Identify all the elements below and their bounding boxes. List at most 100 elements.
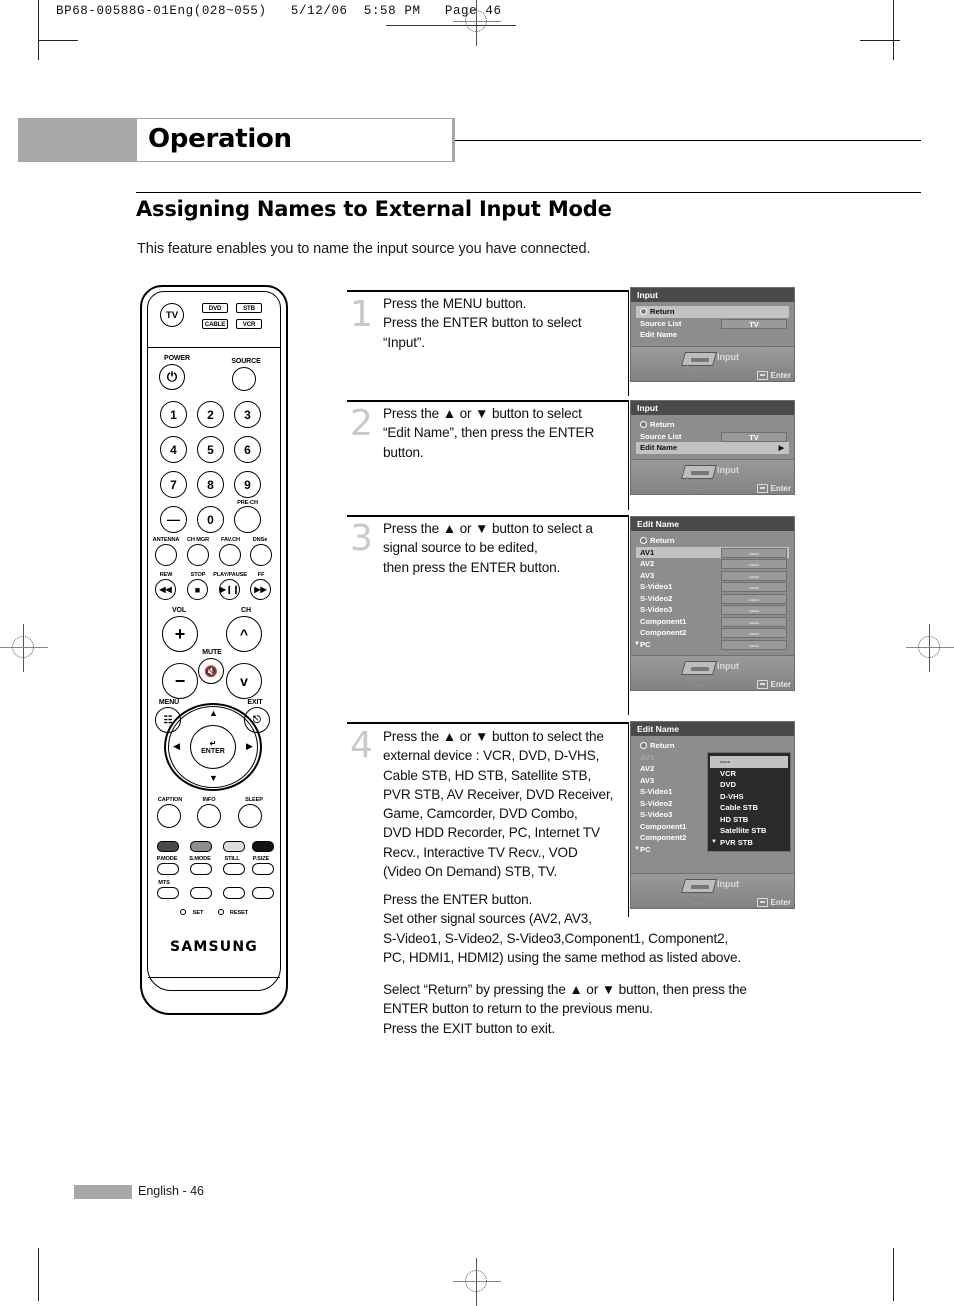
remote-playpause-button: ▶❙❙ bbox=[219, 579, 240, 600]
dropdown-item-label: PVR STB bbox=[720, 837, 753, 847]
dropdown-item-satellite-stb[interactable]: Satellite STB bbox=[710, 825, 788, 837]
remote-num-6: 6 bbox=[234, 436, 261, 463]
osd-row-av2[interactable]: AV2 ---- bbox=[636, 558, 789, 570]
remote-power-button: ⏻ bbox=[159, 364, 185, 390]
osd-row-edit-name[interactable]: Edit Name bbox=[636, 329, 789, 341]
device-name-dropdown[interactable]: ---- VCR DVD D-VHS Cable STB HD STB Sate… bbox=[707, 752, 791, 852]
remote-num-7-label: 7 bbox=[170, 477, 177, 492]
osd-row-label: AV1 bbox=[640, 547, 655, 557]
remote-rew-button: ◀◀ bbox=[155, 579, 176, 600]
dropdown-item-cable-stb[interactable]: Cable STB bbox=[710, 802, 788, 814]
osd-row-av1[interactable]: AV1 ---- bbox=[636, 546, 789, 558]
osd-row-value: ---- bbox=[721, 582, 787, 592]
osd-row-value: ---- bbox=[721, 639, 787, 650]
remote-color-button-green bbox=[190, 841, 212, 852]
registration-mark-right bbox=[906, 624, 954, 672]
crop-line-left-bottom bbox=[38, 1248, 39, 1301]
remote-stop-label: STOP bbox=[190, 572, 206, 578]
step-number-4: 4 bbox=[350, 725, 373, 766]
dropdown-item-label: DVD bbox=[720, 780, 737, 790]
osd-row-source-list[interactable]: Source List TV bbox=[636, 318, 789, 330]
remote-cable-label: CABLE bbox=[204, 320, 226, 328]
osd-row-svideo2[interactable]: S-Video2 ---- bbox=[636, 593, 789, 605]
step-column-rule-4 bbox=[628, 722, 629, 917]
remote-cable-button: CABLE bbox=[202, 319, 228, 329]
remote-num-3: 3 bbox=[234, 401, 261, 428]
remote-num-8-label: 8 bbox=[207, 477, 214, 492]
osd-row-return[interactable]: Return bbox=[636, 306, 789, 318]
remote-color-button-yellow bbox=[223, 841, 245, 852]
osd-footer-enter: Enter bbox=[756, 680, 791, 689]
remote-dnse-label: DNSe bbox=[252, 537, 268, 543]
step-divider-2 bbox=[347, 400, 628, 402]
remote-caption-button bbox=[157, 804, 181, 828]
osd-row-value: TV bbox=[721, 431, 787, 442]
osd-row-pc[interactable]: ▼ PC ---- bbox=[634, 639, 789, 651]
osd-row-label: Edit Name bbox=[640, 330, 678, 340]
osd-panel-input-step1: Input Return Source List TV Edit Name In… bbox=[630, 287, 795, 382]
osd-row-label: S-Video3 bbox=[640, 605, 673, 615]
remote-set-label: SET bbox=[192, 910, 204, 916]
chevron-down-icon: ▼ bbox=[634, 641, 640, 648]
page-title: Assigning Names to External Input Mode bbox=[136, 197, 612, 221]
osd-row-svideo1[interactable]: S-Video1 ---- bbox=[636, 581, 789, 593]
osd-row-return[interactable]: Return bbox=[636, 535, 789, 547]
input-device-cord-icon bbox=[687, 891, 702, 904]
step-number-1: 1 bbox=[350, 294, 373, 335]
osd-footer: Input Enter bbox=[631, 873, 794, 908]
dropdown-item-dvd[interactable]: DVD bbox=[710, 779, 788, 791]
print-header-text: BP68-00588G-01Eng(028~055) 5/12/06 5:58 … bbox=[56, 4, 502, 18]
remote-reset-button bbox=[218, 909, 224, 915]
dropdown-item-label: ---- bbox=[720, 757, 731, 767]
osd-row-return[interactable]: Return bbox=[636, 740, 789, 752]
remote-caption-label: CAPTION bbox=[157, 797, 183, 803]
osd-title: Input bbox=[631, 288, 794, 302]
osd-row-edit-name[interactable]: Edit Name ▶ bbox=[636, 442, 789, 454]
osd-row-component2[interactable]: Component2 ---- bbox=[636, 627, 789, 639]
remote-dash-button: — bbox=[160, 506, 187, 533]
osd-row-label: Source List bbox=[640, 318, 682, 328]
osd-row-av3[interactable]: AV3 ---- bbox=[636, 570, 789, 582]
remote-tv-button: TV bbox=[160, 303, 184, 327]
osd-row-label: PC bbox=[640, 844, 651, 854]
remote-source-label: SOURCE bbox=[231, 358, 261, 365]
remote-extra-button-3 bbox=[223, 887, 245, 899]
osd-footer-enter-label: Enter bbox=[770, 680, 791, 689]
dropdown-item-hd-stb[interactable]: HD STB bbox=[710, 814, 788, 826]
osd-row-return[interactable]: Return bbox=[636, 419, 789, 431]
remote-dvd-button: DVD bbox=[202, 303, 228, 313]
remote-dnse-button bbox=[250, 544, 272, 566]
remote-extra-button-4 bbox=[252, 887, 274, 899]
remote-nav-down-arrow-icon: ▼ bbox=[209, 773, 218, 783]
dropdown-item-blank[interactable]: ---- bbox=[710, 756, 788, 768]
osd-footer-enter: Enter bbox=[756, 370, 791, 380]
step-text-3: Press the ▲ or ▼ button to select a sign… bbox=[383, 521, 593, 575]
step-text-2: Press the ▲ or ▼ button to select “Edit … bbox=[383, 406, 595, 460]
remote-power-label: POWER bbox=[164, 355, 190, 362]
chevron-right-icon: ▶ bbox=[778, 444, 784, 452]
reg-circle bbox=[12, 636, 34, 658]
input-device-cord-icon bbox=[687, 363, 702, 377]
step-4-extra-paragraph-2: Select “Return” by pressing the ▲ or ▼ b… bbox=[383, 982, 747, 1036]
dropdown-item-vcr[interactable]: VCR bbox=[710, 768, 788, 780]
osd-row-svideo3[interactable]: S-Video3 ---- bbox=[636, 604, 789, 616]
osd-row-label: Source List bbox=[640, 431, 682, 441]
remote-mts-label: MTS bbox=[158, 880, 170, 886]
remote-num-6-label: 6 bbox=[244, 442, 251, 457]
step-column-rule-2 bbox=[628, 400, 629, 510]
remote-mts-button bbox=[157, 887, 179, 899]
osd-row-label: Return bbox=[650, 307, 675, 317]
remote-brand-logo: SAMSUNG bbox=[170, 939, 258, 955]
osd-row-label: S-Video1 bbox=[640, 787, 673, 797]
remote-num-1-label: 1 bbox=[170, 407, 177, 422]
remote-num-8: 8 bbox=[197, 471, 224, 498]
remote-volume-down-button: − bbox=[162, 663, 198, 699]
crop-line-right-mark bbox=[860, 40, 900, 41]
osd-row-label: S-Video2 bbox=[640, 798, 673, 808]
dropdown-item-pvr-stb[interactable]: ▼ PVR STB bbox=[710, 837, 788, 849]
osd-row-source-list[interactable]: Source List TV bbox=[636, 431, 789, 443]
osd-row-label: Return bbox=[650, 741, 675, 751]
dropdown-item-dvhs[interactable]: D-VHS bbox=[710, 791, 788, 803]
osd-row-component1[interactable]: Component1 ---- bbox=[636, 616, 789, 628]
remote-smode-label: S.MODE bbox=[189, 856, 211, 862]
